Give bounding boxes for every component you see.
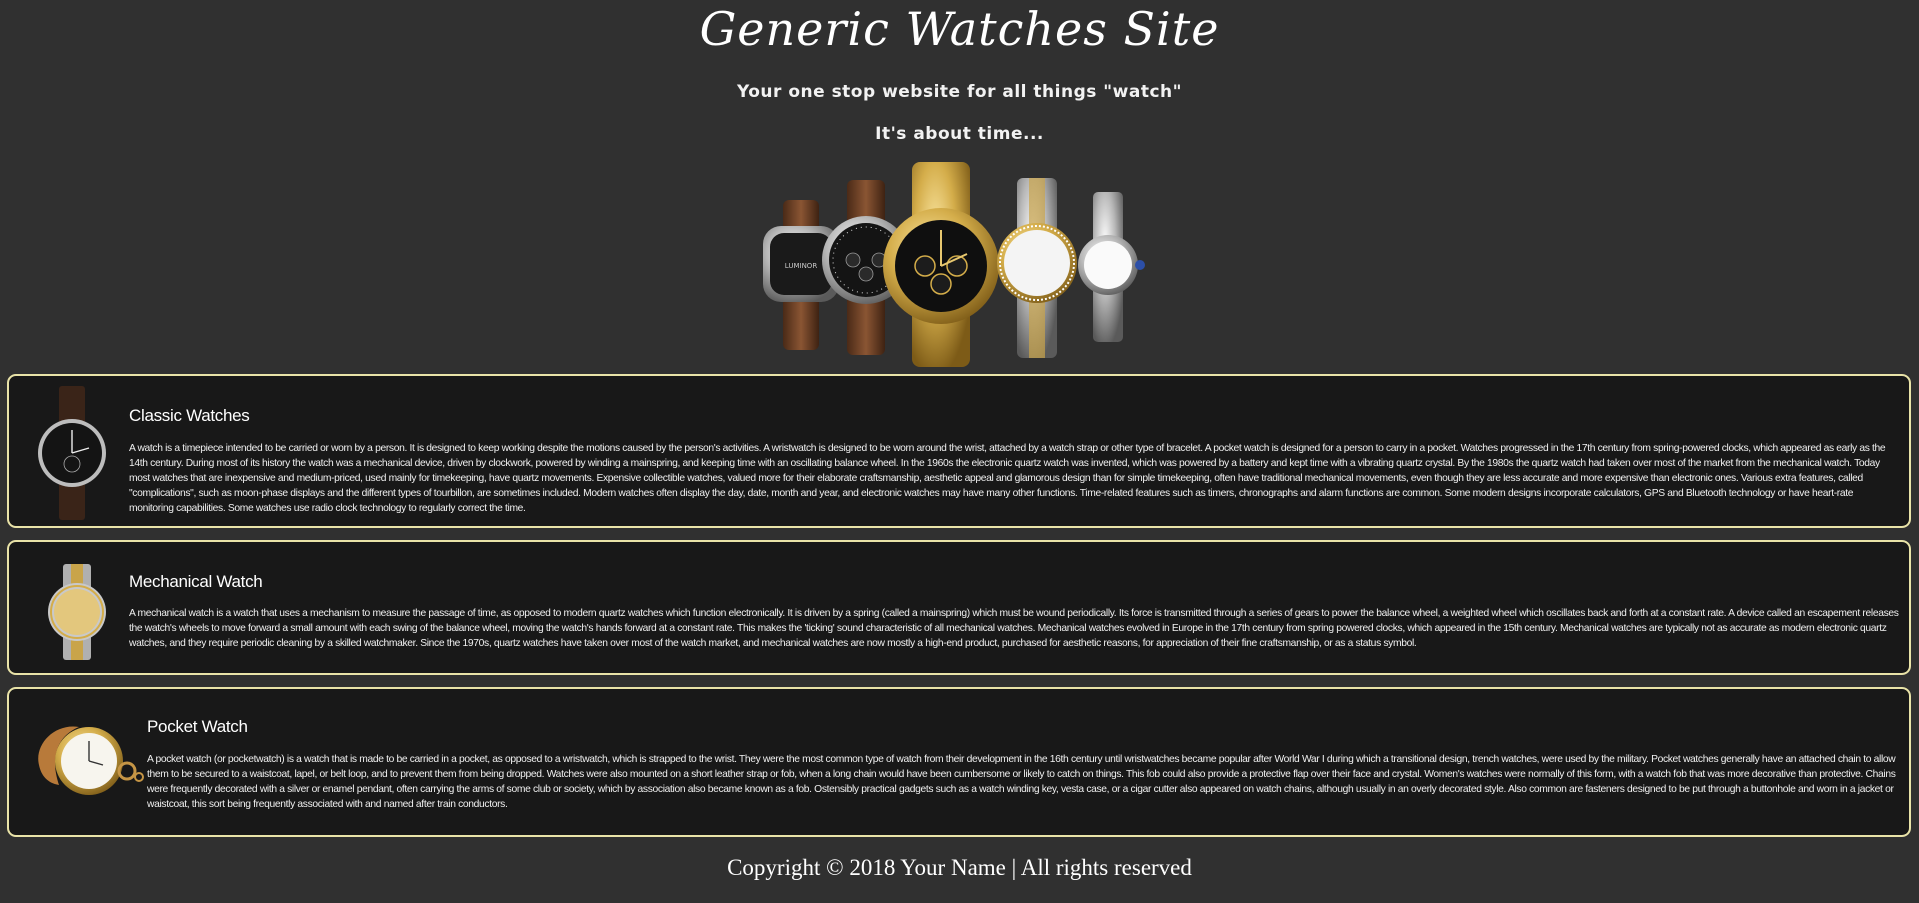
section-title: Classic Watches xyxy=(129,406,250,425)
hero-watch-4 xyxy=(997,178,1077,358)
svg-text:LUMINOR: LUMINOR xyxy=(785,262,818,270)
section-body: A pocket watch (or pocketwatch) is a wat… xyxy=(147,754,1896,810)
section-body: A mechanical watch is a watch that uses … xyxy=(129,608,1899,649)
section-classic-watches: Classic Watches A watch is a timepiece i… xyxy=(7,374,1911,528)
hero-watch-5 xyxy=(1078,192,1145,342)
footer-copyright: Copyright © 2018 Your Name | All rights … xyxy=(727,855,1192,880)
section-title: Pocket Watch xyxy=(147,717,248,736)
wristwatch-leather-icon xyxy=(38,386,106,520)
mechanical-watch-icon xyxy=(48,564,106,660)
site-title: Generic Watches Site xyxy=(699,2,1220,56)
section-pocket-watch: Pocket Watch A pocket watch (or pocketwa… xyxy=(7,687,1911,837)
section-body: A watch is a timepiece intended to be ca… xyxy=(129,443,1886,514)
hero-watch-3 xyxy=(883,162,999,367)
pocket-watch-icon xyxy=(38,726,144,795)
site-subtagline: It's about time... xyxy=(875,124,1044,144)
hero-watches-image: LUMINOR xyxy=(763,162,1145,367)
section-title: Mechanical Watch xyxy=(129,572,263,591)
site-tagline: Your one stop website for all things "wa… xyxy=(737,82,1182,102)
section-mechanical-watch: Mechanical Watch A mechanical watch is a… xyxy=(7,540,1911,675)
